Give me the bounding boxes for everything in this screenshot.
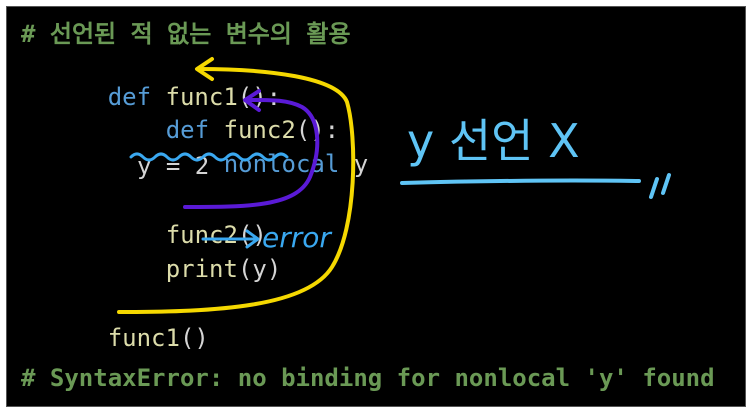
- nonlocal-keyword: nonlocal: [223, 150, 340, 178]
- code-screenshot: # 선언된 적 없는 변수의 활용 def func1(): def func2…: [6, 6, 746, 407]
- print-call: print: [165, 255, 238, 283]
- bottom-comment: # SyntaxError: no binding for nonlocal '…: [21, 364, 715, 392]
- code-line-call-func2: func2(): [79, 190, 267, 249]
- func1-call: func1: [107, 324, 180, 352]
- print-args: (y): [237, 255, 282, 283]
- code-line-def-func1: def func1():: [21, 52, 281, 111]
- code-line-def-func2: def func2():: [79, 85, 339, 144]
- code-line-call-func1: func1(): [21, 293, 209, 352]
- code-line-nonlocal: nonlocal y: [137, 119, 369, 178]
- code-block: # 선언된 적 없는 변수의 활용 def func1(): def func2…: [7, 7, 745, 406]
- func1-call-parens: (): [179, 324, 209, 352]
- code-line-print: print(y): [79, 224, 282, 283]
- top-comment: # 선언된 적 없는 변수의 활용: [21, 20, 351, 48]
- code-line-assign: y = 2: [137, 152, 210, 180]
- nonlocal-var: y: [353, 150, 369, 178]
